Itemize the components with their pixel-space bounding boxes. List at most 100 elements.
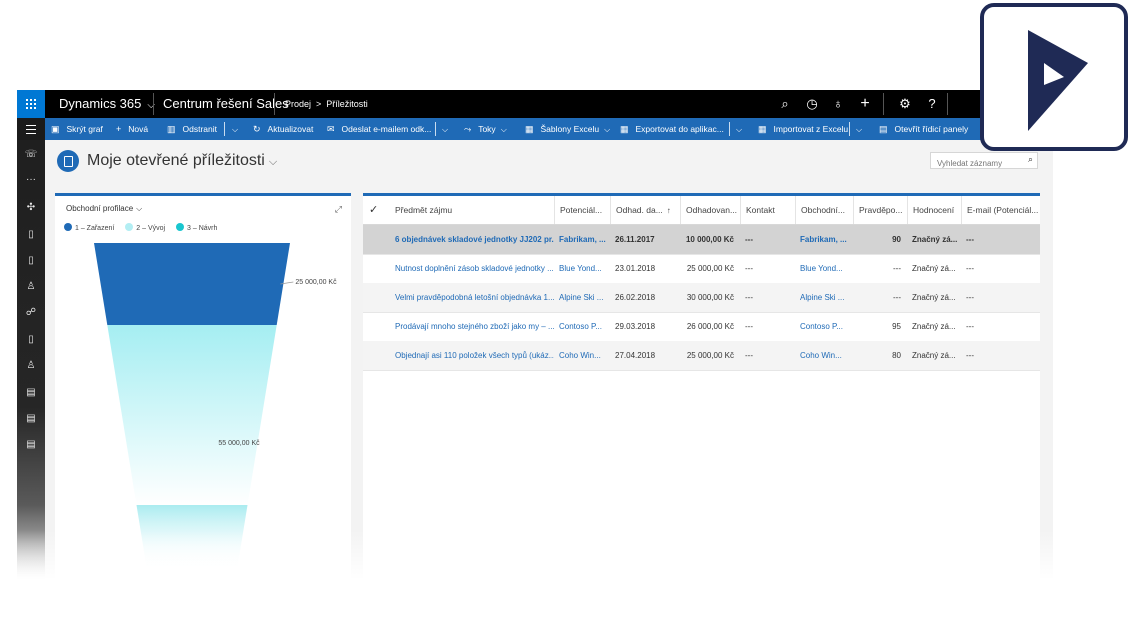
table-cell-potential-customer[interactable]: Alpine Ski ... (554, 283, 610, 312)
email-dropdown-button[interactable]: ⌵ (437, 118, 448, 140)
table-cell-subject[interactable]: Nutnost doplnění zásob skladové jednotky… (390, 254, 554, 283)
breadcrumb-item-entity[interactable]: Příležitosti (326, 99, 368, 109)
divider (729, 122, 730, 136)
dynamics-app-window: Dynamics 365 ⌵ Centrum řešení Sales Prode… (17, 90, 1053, 585)
puzzle-icon[interactable]: ✣ (17, 202, 45, 213)
email-link-label: Odeslat e-mailem odk... (341, 124, 432, 134)
table-cell-potential-customer[interactable]: Fabrikam, ... (554, 225, 610, 254)
invoice-icon[interactable]: ▤ (17, 439, 45, 450)
table-row[interactable]: Prodávají mnoho stejného zboží jako my –… (363, 312, 1040, 342)
expand-chart-icon[interactable]: ⤢ (335, 204, 342, 215)
search-input[interactable] (931, 156, 1023, 171)
table-cell-account[interactable]: Contoso P... (795, 312, 853, 341)
table-cell-account[interactable]: Alpine Ski ... (795, 283, 853, 312)
chart-icon: ▣ (51, 124, 60, 134)
gear-icon[interactable]: ⚙ (895, 90, 915, 118)
open-dashboards-button[interactable]: ▤ Otevřít řídicí panely (879, 118, 968, 140)
table-cell-account[interactable]: Blue Yond... (795, 254, 853, 283)
column-header-col-probability[interactable]: Pravděpo... (853, 196, 907, 224)
table-cell-potential-customer[interactable]: Coho Win... (554, 341, 610, 370)
table-cell-contact: --- (745, 235, 753, 244)
chevron-down-icon: ⌵ (268, 156, 278, 168)
new-label: Nová (128, 124, 149, 134)
help-icon[interactable]: ? (922, 90, 942, 118)
legend-item[interactable]: 3 – Návrh (176, 223, 217, 232)
legend-item[interactable]: 2 – Vývoj (125, 223, 165, 232)
app-launcher-button[interactable] (17, 90, 45, 118)
breadcrumb: Prodej > Příležitosti (285, 90, 368, 118)
export-excel-button[interactable]: ▦ Exportovat do aplikac... (620, 118, 724, 140)
export-dropdown-button[interactable]: ⌵ (731, 118, 742, 140)
import-excel-button[interactable]: ▦ Importovat z Excelu (758, 118, 848, 140)
delete-dropdown-button[interactable]: ⌵ (227, 118, 238, 140)
clipboard-icon[interactable]: ▯ (17, 229, 45, 240)
chevron-down-icon: ⌵ (500, 125, 507, 134)
excel-export-icon: ▦ (620, 124, 629, 134)
refresh-button[interactable]: ↻ Aktualizovat (253, 118, 313, 140)
table-cell-subject[interactable]: Prodávají mnoho stejného zboží jako my –… (390, 312, 554, 341)
view-entity-icon (57, 150, 79, 172)
app-name[interactable]: Centrum řešení Sales (163, 90, 289, 118)
legend-swatch (125, 223, 134, 231)
lightbulb-icon[interactable]: ♁ (828, 90, 848, 118)
funnel-segment-1[interactable] (94, 243, 290, 325)
sitemap-toggle-button[interactable] (17, 118, 45, 140)
table-row[interactable]: Objednají asi 110 položek všech typů (uk… (363, 341, 1040, 371)
column-header-col-rating[interactable]: Hodnocení (907, 196, 961, 224)
table-row[interactable]: Velmi pravděpodobná letošní objednávka 1… (363, 283, 1040, 313)
flows-button[interactable]: ⤳ Toky ⌵ (464, 118, 507, 140)
hide-chart-label: Skrýt graf (66, 124, 103, 134)
excel-templates-button[interactable]: ▦ Šablony Excelu ⌵ (525, 118, 610, 140)
command-bar: ▣ Skrýt graf + Nová ▥ Odstranit ⌵ ↻ Aktualiz… (17, 118, 1053, 140)
chart-selector[interactable]: Obchodní profilace ⌵ (66, 204, 142, 214)
column-header-col-potential-customer[interactable]: Potenciál... (554, 196, 610, 224)
breadcrumb-item-area[interactable]: Prodej (285, 99, 311, 109)
import-dropdown-button[interactable]: ⌵ (851, 118, 862, 140)
column-header-col-contact[interactable]: Kontakt (740, 196, 795, 224)
column-header-col-est-close-date[interactable]: Odhad. da... ↑ (610, 196, 680, 224)
plus-icon[interactable]: + (855, 90, 875, 118)
divider (224, 122, 225, 136)
view-selector[interactable]: Moje otevřené příležitosti ⌵ (87, 152, 277, 170)
table-cell-account[interactable]: Fabrikam, ... (795, 225, 853, 254)
document-icon[interactable]: ▯ (17, 255, 45, 266)
import-excel-label: Importovat z Excelu (773, 124, 849, 134)
hide-chart-button[interactable]: ▣ Skrýt graf (51, 118, 103, 140)
search-icon[interactable]: ⌕ (775, 90, 795, 118)
phone-icon[interactable]: ☏ (17, 149, 45, 160)
column-header-col-email[interactable]: E-mail (Potenciál... (961, 196, 1040, 224)
new-button[interactable]: + Nová (116, 118, 148, 140)
funnel-segment-2[interactable] (107, 325, 277, 505)
table-cell-potential-customer[interactable]: Contoso P... (554, 312, 610, 341)
table-cell-est-close-date: 26.02.2018 (615, 293, 656, 302)
more-icon[interactable]: ··· (17, 174, 45, 185)
table-cell-est-revenue: 25 000,00 Kč (686, 264, 734, 273)
plus-icon: + (116, 124, 122, 134)
search-icon[interactable]: ⌕ (1028, 154, 1033, 165)
flow-icon: ⤳ (464, 124, 472, 134)
table-cell-potential-customer[interactable]: Blue Yond... (554, 254, 610, 283)
legend-item[interactable]: 1 – Zařazení (64, 223, 114, 232)
table-row[interactable]: 6 objednávek skladové jednotky JJ202 pr.… (363, 225, 1040, 255)
task-icon[interactable]: ◷ (802, 90, 822, 118)
lead-icon[interactable]: ▯ (17, 334, 45, 345)
legend-label: 3 – Návrh (187, 225, 218, 232)
select-all-checkmark-icon[interactable]: ✓ (369, 196, 378, 224)
table-cell-subject[interactable]: Objednají asi 110 položek všech typů (uk… (390, 341, 554, 370)
table-cell-subject[interactable]: Velmi pravděpodobná letošní objednávka 1… (390, 283, 554, 312)
table-row[interactable]: Nutnost doplnění zásob skladové jednotky… (363, 254, 1040, 284)
dynamics-365-logo (980, 3, 1128, 151)
table-cell-account[interactable]: Coho Win... (795, 341, 853, 370)
table-cell-subject[interactable]: 6 objednávek skladové jednotky JJ202 pr.… (390, 225, 554, 254)
column-header-col-est-revenue[interactable]: Odhadovan... (680, 196, 740, 224)
email-link-button[interactable]: ✉ Odeslat e-mailem odk... (327, 118, 431, 140)
column-header-col-account[interactable]: Obchodní... (795, 196, 853, 224)
contacts-icon[interactable]: ☍ (17, 307, 45, 318)
delete-button[interactable]: ▥ Odstranit (167, 118, 217, 140)
brand-menu[interactable]: Dynamics 365 ⌵ (59, 90, 155, 118)
report-icon[interactable]: ▤ (17, 387, 45, 398)
person-icon[interactable]: ♙ (17, 281, 45, 292)
people-icon[interactable]: ♙ (17, 360, 45, 371)
column-header-col-subject[interactable]: Předmět zájmu (390, 196, 554, 224)
quote-icon[interactable]: ▤ (17, 413, 45, 424)
